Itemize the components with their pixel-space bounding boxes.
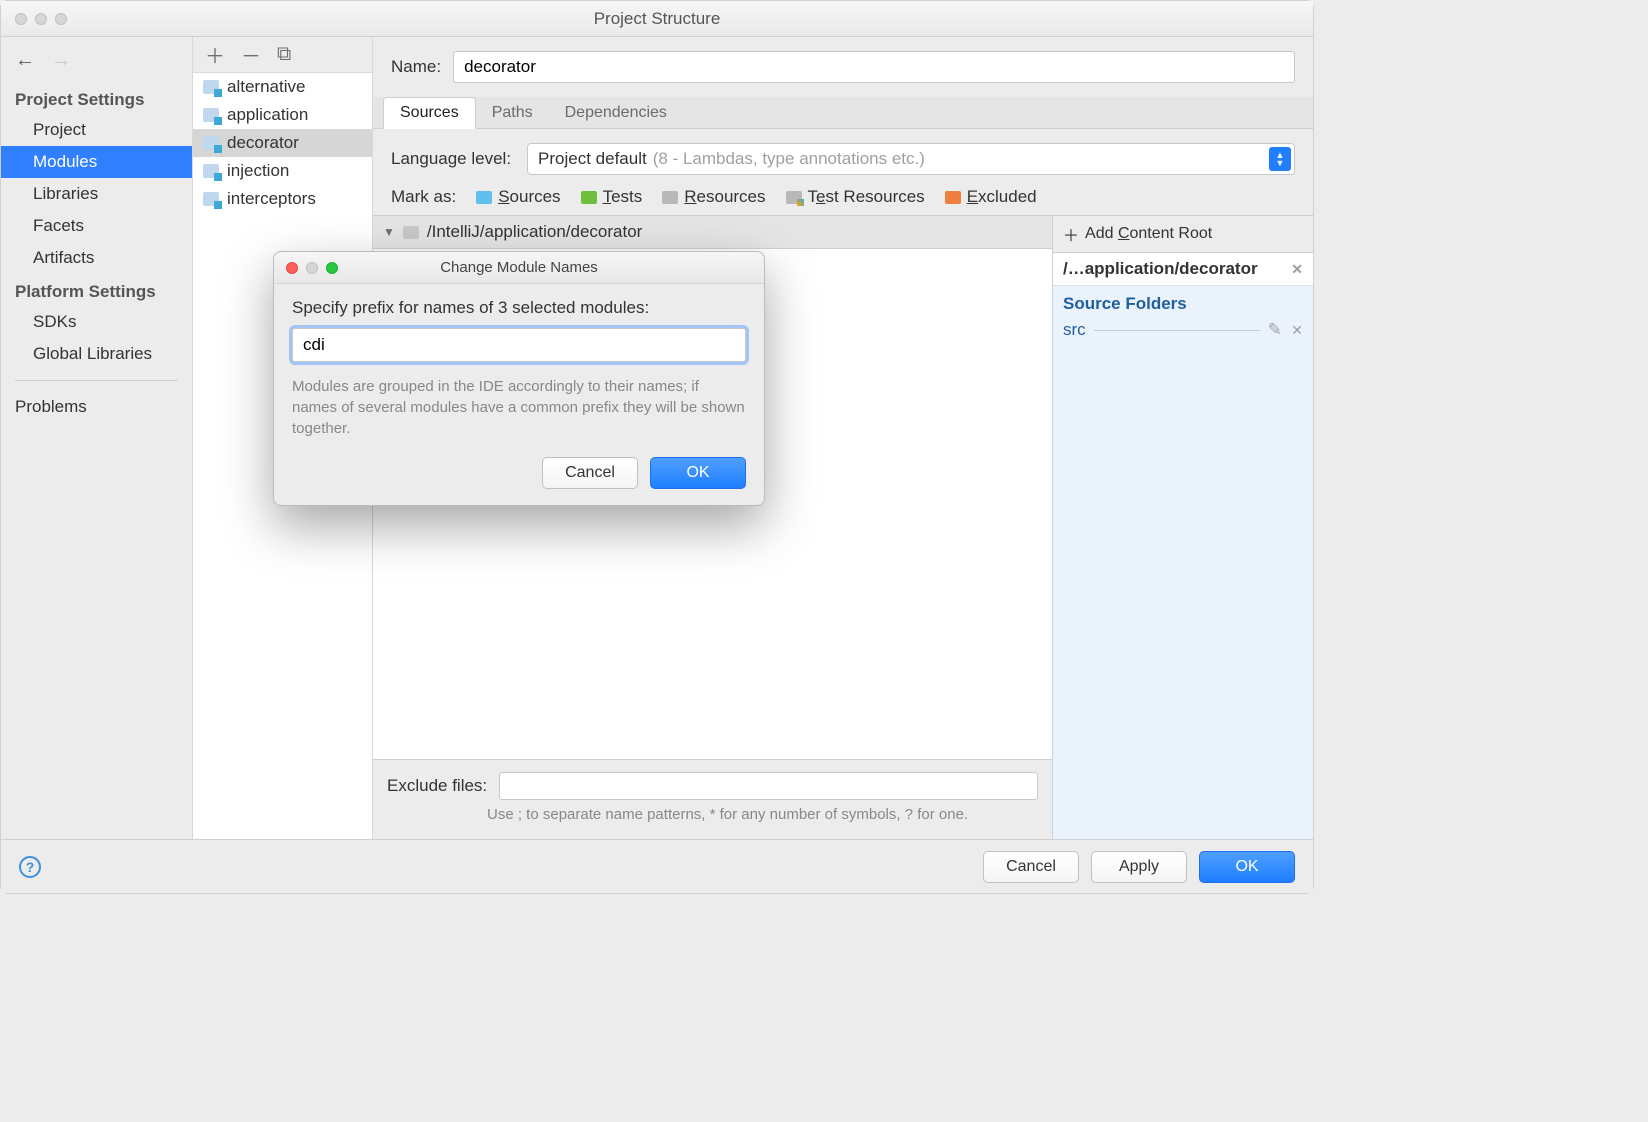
- module-name-input[interactable]: [453, 51, 1295, 83]
- modal-title: Change Module Names: [274, 259, 764, 276]
- remove-module-icon[interactable]: －: [241, 40, 261, 69]
- change-module-names-dialog: Change Module Names Specify prefix for n…: [273, 251, 765, 506]
- tests-folder-icon: [581, 191, 597, 204]
- language-level-select[interactable]: Project default (8 - Lambdas, type annot…: [527, 143, 1295, 175]
- sidebar: ← → Project Settings Project Modules Lib…: [1, 37, 193, 839]
- apply-button[interactable]: Apply: [1091, 851, 1187, 883]
- mark-test-resources[interactable]: Test Resources: [786, 187, 925, 207]
- add-content-root[interactable]: ＋Add Content Root: [1053, 216, 1313, 253]
- nav-back-icon[interactable]: ←: [15, 49, 35, 72]
- module-folder-icon: [203, 108, 219, 122]
- sidebar-item-facets[interactable]: Facets: [1, 210, 192, 242]
- folder-icon: [403, 226, 419, 239]
- module-item-alternative[interactable]: alternative: [193, 73, 372, 101]
- tab-sources[interactable]: Sources: [383, 97, 476, 129]
- mark-excluded[interactable]: Excluded: [945, 187, 1037, 207]
- resources-folder-icon: [662, 191, 678, 204]
- excluded-folder-icon: [945, 191, 961, 204]
- ok-button[interactable]: OK: [1199, 851, 1295, 883]
- modal-ok-button[interactable]: OK: [650, 457, 746, 489]
- window-title: Project Structure: [1, 9, 1313, 29]
- source-folder-src[interactable]: src✎ ✕: [1053, 318, 1313, 342]
- copy-module-icon[interactable]: ⧉: [277, 43, 291, 66]
- module-prefix-input[interactable]: [292, 328, 746, 362]
- module-item-injection[interactable]: injection: [193, 157, 372, 185]
- sidebar-heading-platform: Platform Settings: [1, 274, 192, 306]
- sidebar-heading-project: Project Settings: [1, 82, 192, 114]
- modal-titlebar: Change Module Names: [274, 252, 764, 284]
- sidebar-divider: [15, 380, 178, 381]
- module-item-decorator[interactable]: decorator: [193, 129, 372, 157]
- dialog-footer: ? Cancel Apply OK: [1, 839, 1313, 893]
- test-resources-folder-icon: [786, 191, 802, 204]
- sources-folder-icon: [476, 191, 492, 204]
- edit-icon[interactable]: ✎: [1268, 320, 1282, 340]
- titlebar: Project Structure: [1, 1, 1313, 37]
- add-module-icon[interactable]: ＋: [205, 40, 225, 69]
- sidebar-item-problems[interactable]: Problems: [1, 391, 192, 423]
- sidebar-item-project[interactable]: Project: [1, 114, 192, 146]
- help-icon[interactable]: ?: [19, 856, 41, 878]
- modal-label: Specify prefix for names of 3 selected m…: [292, 298, 746, 318]
- tree-root[interactable]: ▼ /IntelliJ/application/decorator: [373, 216, 1052, 249]
- remove-root-icon[interactable]: ✕: [1291, 261, 1303, 278]
- select-arrows-icon: ▲▼: [1269, 147, 1291, 171]
- sidebar-item-sdks[interactable]: SDKs: [1, 306, 192, 338]
- sidebar-item-artifacts[interactable]: Artifacts: [1, 242, 192, 274]
- exclude-label: Exclude files:: [387, 776, 487, 796]
- mark-resources[interactable]: Resources: [662, 187, 765, 207]
- language-level-label: Language level:: [391, 149, 511, 169]
- tab-paths[interactable]: Paths: [476, 98, 549, 128]
- content-root-panel: ＋Add Content Root /…application/decorato…: [1053, 216, 1313, 839]
- exclude-hint: Use ; to separate name patterns, * for a…: [387, 806, 1038, 823]
- tab-dependencies[interactable]: Dependencies: [549, 98, 683, 128]
- sidebar-item-libraries[interactable]: Libraries: [1, 178, 192, 210]
- mark-sources[interactable]: Sources: [476, 187, 560, 207]
- module-item-interceptors[interactable]: interceptors: [193, 185, 372, 213]
- exclude-input[interactable]: [499, 772, 1038, 800]
- exclude-panel: Exclude files: Use ; to separate name pa…: [373, 759, 1052, 839]
- modal-hint: Modules are grouped in the IDE according…: [292, 376, 746, 439]
- mark-tests[interactable]: Tests: [581, 187, 643, 207]
- source-folders-heading: Source Folders: [1053, 286, 1313, 318]
- mark-as-label: Mark as:: [391, 187, 456, 207]
- module-folder-icon: [203, 164, 219, 178]
- disclosure-triangle-icon[interactable]: ▼: [383, 225, 395, 239]
- sidebar-item-modules[interactable]: Modules: [1, 146, 192, 178]
- modal-cancel-button[interactable]: Cancel: [542, 457, 638, 489]
- module-item-application[interactable]: application: [193, 101, 372, 129]
- cancel-button[interactable]: Cancel: [983, 851, 1079, 883]
- module-folder-icon: [203, 192, 219, 206]
- plus-icon: ＋: [1063, 222, 1079, 246]
- content-root-path[interactable]: /…application/decorator✕: [1053, 253, 1313, 286]
- remove-src-icon[interactable]: ✕: [1291, 322, 1303, 339]
- name-label: Name:: [391, 57, 441, 77]
- tabstrip: Sources Paths Dependencies: [373, 97, 1313, 129]
- nav-forward-icon: →: [51, 49, 71, 72]
- module-folder-icon: [203, 136, 219, 150]
- module-folder-icon: [203, 80, 219, 94]
- module-toolbar: ＋ － ⧉: [193, 37, 372, 73]
- sidebar-item-global-libraries[interactable]: Global Libraries: [1, 338, 192, 370]
